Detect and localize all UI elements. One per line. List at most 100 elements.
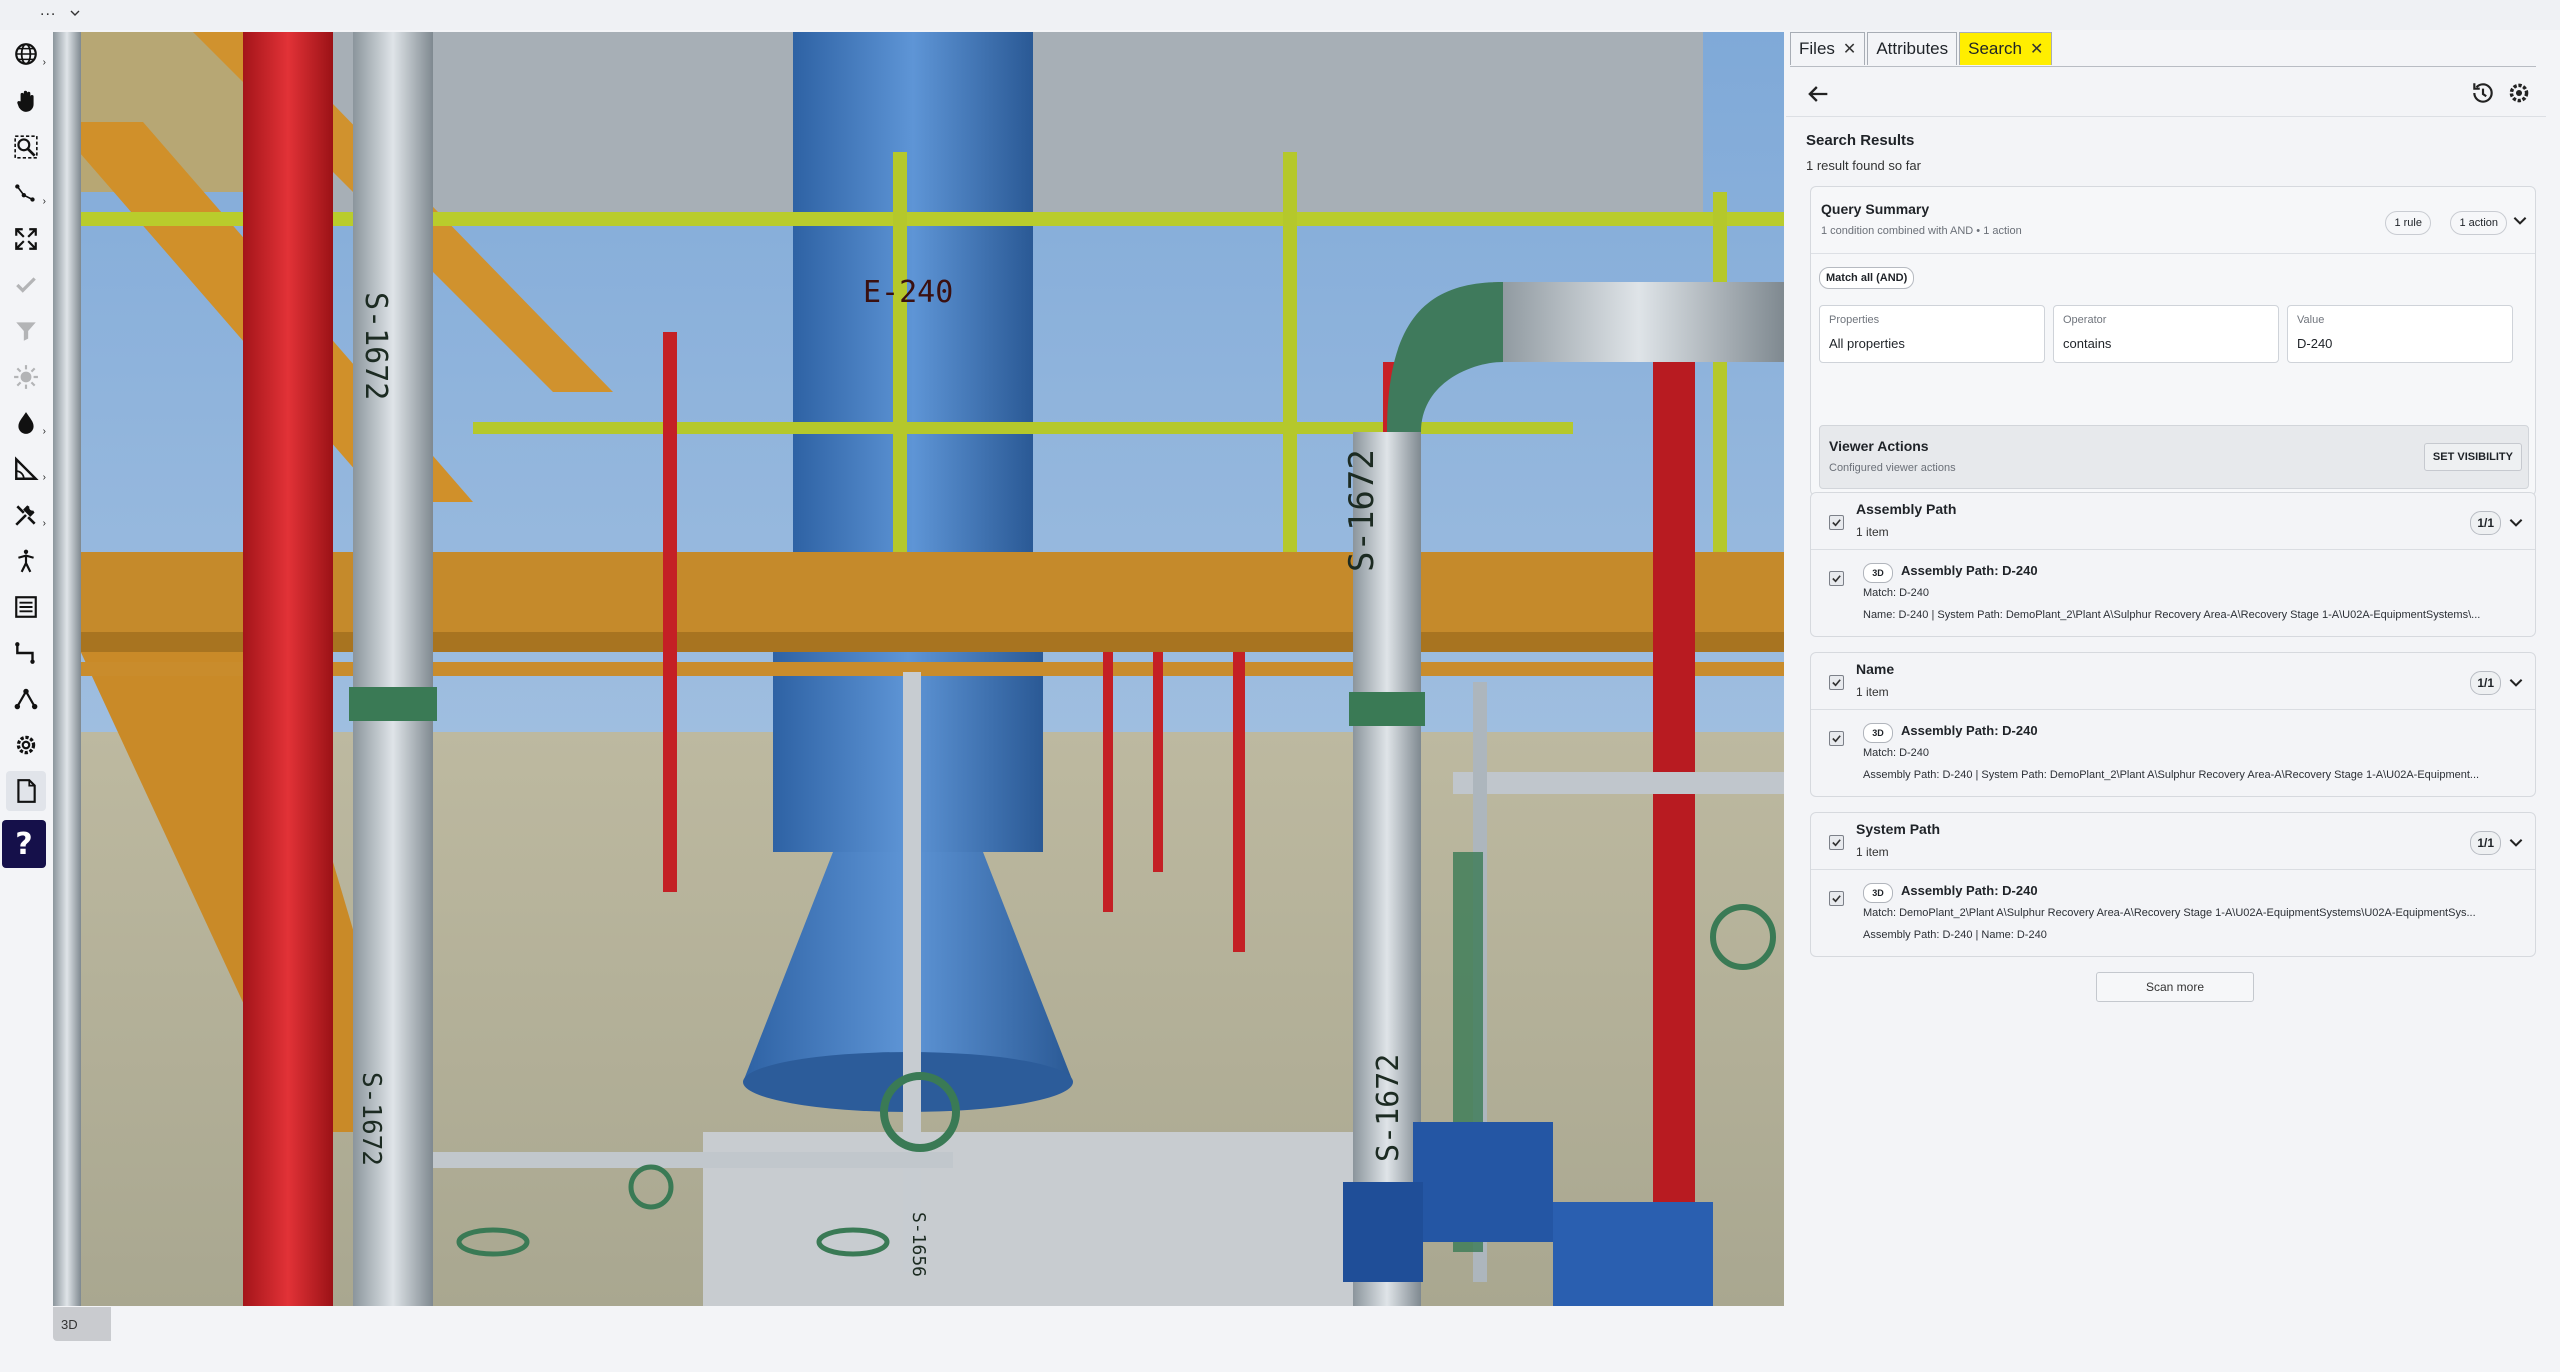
item-checkbox[interactable] [1829,731,1844,746]
chevron-right-icon: › [42,426,46,437]
pipe-label: S-1656 [908,1212,929,1277]
item-detail-line: Name: D-240 | System Path: DemoPlant_2\P… [1863,609,2481,621]
item-title: Assembly Path: D-240 [1901,883,2038,898]
group-header[interactable]: Assembly Path 1 item 1/1 [1811,493,2535,550]
item-checkbox[interactable] [1829,571,1844,586]
properties-field[interactable]: Properties All properties [1819,305,2045,363]
pipe-label: S-1672 [358,292,393,400]
chevron-down-icon[interactable] [70,8,80,18]
check-icon [1832,735,1841,743]
view-mode-badge[interactable]: 3D [53,1307,111,1341]
tab-files[interactable]: Files ✕ [1790,32,1866,65]
filter-tool-button[interactable] [6,311,46,351]
group-title: Name [1856,661,1895,677]
operator-field[interactable]: Operator contains [2053,305,2279,363]
fit-screen-button[interactable] [6,219,46,259]
chevron-right-icon: › [42,196,46,207]
vessel-label: E-240 [863,275,953,310]
check-icon [16,277,36,293]
check-tool-button[interactable] [6,265,46,305]
path-tool-button[interactable]: › [6,173,46,213]
tools-button[interactable]: › [6,495,46,535]
list-tool-button[interactable] [6,587,46,627]
tools-icon [15,505,36,526]
pipe-label: S-1672 [1342,449,1382,572]
chevron-down-icon[interactable] [2507,673,2525,691]
tab-divider [1790,66,2536,67]
help-button[interactable]: ? [2,820,46,868]
zoom-icon [14,135,38,159]
group-checkbox[interactable] [1829,515,1844,530]
overflow-menu[interactable]: ... [40,2,56,20]
routing-tool-button[interactable] [6,633,46,673]
color-tool-button[interactable]: › [6,403,46,443]
field-value: All properties [1829,336,1905,351]
group-count-badge: 1/1 [2470,831,2501,855]
walk-tool-button[interactable] [6,541,46,581]
group-header[interactable]: Name 1 item 1/1 [1811,653,2535,710]
group-item-count: 1 item [1856,525,1889,539]
pan-hand-icon [17,90,34,112]
results-count: 1 result found so far [1806,158,1921,173]
field-value: D-240 [2297,336,2333,351]
results-title: Search Results [1806,132,1915,149]
tab-search[interactable]: Search ✕ [1959,32,2053,65]
query-summary-subtitle: 1 condition combined with AND • 1 action [1821,225,2022,237]
close-icon[interactable]: ✕ [2030,39,2043,59]
3d-viewport[interactable]: S-1672 S-1672 S-1672 S-1672 E-240 S-1656 [53,32,1784,1306]
globe-icon [15,43,37,65]
back-arrow-icon[interactable] [1804,80,1832,108]
group-count-badge: 1/1 [2470,671,2501,695]
chevron-down-icon[interactable] [2507,833,2525,851]
globe-tool-button[interactable]: › [6,34,46,74]
group-title: Assembly Path [1856,501,1957,517]
tab-attributes[interactable]: Attributes [1867,32,1958,65]
document-tool-button[interactable] [6,771,46,811]
scan-more-button[interactable]: Scan more [2096,972,2254,1002]
viewer-actions-title: Viewer Actions [1829,438,1929,454]
query-summary-card: Query Summary 1 condition combined with … [1810,186,2536,496]
3d-badge: 3D [1863,723,1893,743]
item-checkbox[interactable] [1829,891,1844,906]
pan-tool-button[interactable] [6,81,46,121]
light-tool-button[interactable] [6,357,46,397]
group-title: System Path [1856,821,1941,837]
item-detail-line: Assembly Path: D-240 | Name: D-240 [1863,929,2047,941]
result-group-system-path: System Path 1 item 1/1 3D Assembly Path:… [1810,812,2536,957]
zoom-tool-button[interactable] [6,127,46,167]
group-header[interactable]: System Path 1 item 1/1 [1811,813,2535,870]
group-checkbox[interactable] [1829,675,1844,690]
pipe-label: S-1672 [1371,1054,1406,1162]
field-label: Operator [2063,314,2107,326]
history-icon[interactable] [2470,80,2496,106]
measure-tool-button[interactable]: › [6,449,46,489]
settings-tool-button[interactable] [6,725,46,765]
tab-label: Attributes [1876,39,1949,58]
3d-badge: 3D [1863,563,1893,583]
group-checkbox[interactable] [1829,835,1844,850]
panel-header [1786,70,2546,117]
viewer-actions-box: Viewer Actions Configured viewer actions… [1819,425,2529,489]
set-visibility-button[interactable]: SET VISIBILITY [2423,443,2522,471]
match-all-chip[interactable]: Match all (AND) [1819,267,1915,289]
chevron-right-icon: › [42,57,46,68]
check-icon [1832,839,1841,847]
search-panel: Files ✕ Attributes Search ✕ Search Resul… [1786,30,2546,1372]
settings-gear-icon[interactable] [2506,80,2532,106]
3d-badge: 3D [1863,883,1893,903]
chevron-right-icon: › [42,472,46,483]
graph-icon [14,688,38,710]
measure-angle-icon [15,456,39,480]
tab-label: Files [1799,39,1835,58]
close-icon[interactable]: ✕ [1843,39,1856,59]
group-item-count: 1 item [1856,685,1889,699]
top-strip: ... [0,0,2560,30]
plant-3d-model: S-1672 S-1672 S-1672 S-1672 E-240 S-1656 [53,32,1784,1306]
value-field[interactable]: Value D-240 [2287,305,2513,363]
chevron-down-icon[interactable] [2511,211,2529,229]
list-icon [15,596,37,618]
chevron-down-icon[interactable] [2507,513,2525,531]
graph-tool-button[interactable] [6,679,46,719]
document-icon [17,779,36,803]
item-match-line: Match: DemoPlant_2\Plant A\Sulphur Recov… [1863,907,2476,919]
